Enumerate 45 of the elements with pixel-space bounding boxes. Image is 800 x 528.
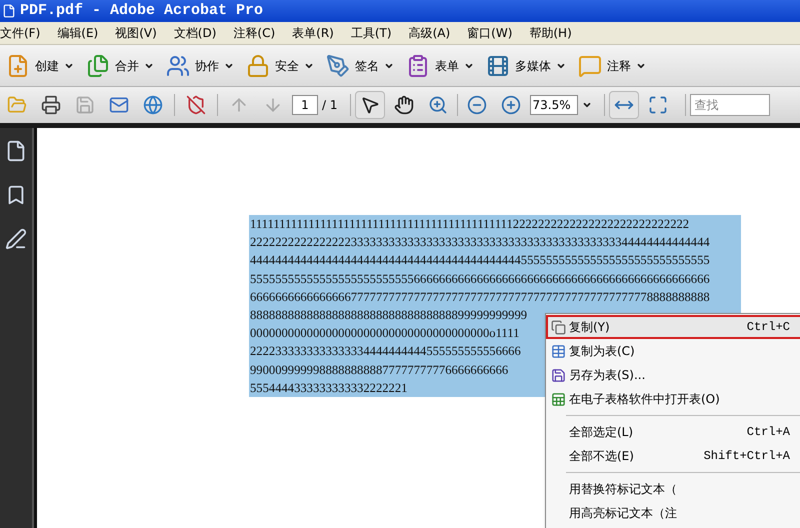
text-select-icon[interactable] <box>354 91 384 119</box>
form-icon <box>406 54 430 78</box>
menu-item[interactable]: 全部选定(L) Ctrl+A <box>546 420 800 444</box>
spreadsheet-icon <box>550 392 566 406</box>
page-count: / 1 <box>322 97 338 114</box>
lock-icon <box>246 54 270 78</box>
document-icon <box>2 4 16 18</box>
page-field[interactable]: 1 <box>292 95 318 115</box>
search-field[interactable]: 查找 <box>690 94 770 116</box>
menu-item[interactable]: 窗口(W) <box>467 24 512 42</box>
task-button[interactable]: 创建 <box>6 54 74 78</box>
task-button[interactable]: 协作 <box>166 54 234 78</box>
pen-icon <box>326 54 350 78</box>
task-button[interactable]: 表单 <box>406 54 474 78</box>
fit-width-icon[interactable] <box>608 91 638 119</box>
menu-item[interactable]: 用替换符标记文本（ <box>546 477 800 501</box>
create-file-icon <box>6 54 30 78</box>
menu-item[interactable]: 高级(A) <box>408 24 450 42</box>
save-icon <box>550 368 566 382</box>
menu-item[interactable]: 全部不选(E) Shift+Ctrl+A <box>546 444 800 468</box>
menu-item[interactable]: 复制(Y) Ctrl+C <box>546 315 800 339</box>
task-button[interactable]: 注释 <box>578 54 646 78</box>
menu-item[interactable]: 注释(C) <box>233 24 276 42</box>
menu-item[interactable]: 帮助(H) <box>529 24 572 42</box>
menu-item[interactable]: 工具(T) <box>350 24 392 42</box>
speech-bubble-icon <box>578 54 602 78</box>
zoom-field[interactable]: 73.5% <box>530 95 578 115</box>
menu-item[interactable]: 用高亮标记文本（注 <box>546 501 800 525</box>
menu-item[interactable]: 文档(D) <box>174 24 216 42</box>
combine-files-icon <box>86 54 110 78</box>
signature-icon[interactable] <box>5 228 27 250</box>
copy-icon <box>550 320 566 334</box>
task-button[interactable]: 多媒体 <box>486 54 566 78</box>
task-button[interactable]: 合并 <box>86 54 154 78</box>
menu-item[interactable]: 文件(F) <box>0 24 40 42</box>
film-icon <box>486 54 510 78</box>
table-icon <box>550 344 566 358</box>
pages-icon[interactable] <box>5 140 27 162</box>
window-title: PDF.pdf - Adobe Acrobat Pro <box>20 0 264 21</box>
task-button[interactable]: 安全 <box>246 54 314 78</box>
task-button[interactable]: 签名 <box>326 54 394 78</box>
menu-item[interactable]: 视图(V) <box>115 24 157 42</box>
menu-item[interactable]: 表单(R) <box>292 24 334 42</box>
people-icon <box>166 54 190 78</box>
menu-item[interactable]: 编辑(E) <box>57 24 98 42</box>
